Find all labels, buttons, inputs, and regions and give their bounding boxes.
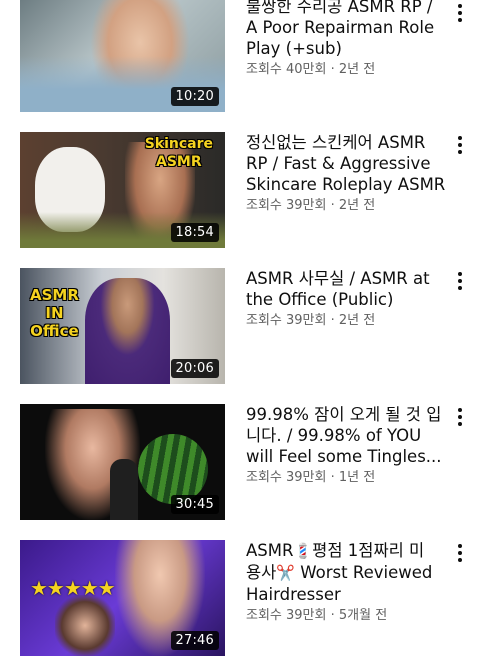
watermelon-figure xyxy=(138,434,208,504)
video-meta: 조회수 39만회 · 1년 전 xyxy=(246,469,446,487)
view-count: 조회수 39만회 xyxy=(246,608,327,623)
video-meta: 조회수 39만회 · 5개월 전 xyxy=(246,607,446,625)
video-item-3[interactable]: ASMR IN Office 20:06 ASMR 사무실 / ASMR at … xyxy=(0,268,480,384)
meta-separator: · xyxy=(326,198,339,213)
video-item-1[interactable]: 10:20 불쌍한 수리공 ASMR RP / A Poor Repairman… xyxy=(0,0,480,112)
meta-separator: · xyxy=(326,470,339,485)
video-info[interactable]: ASMR 사무실 / ASMR at the Office (Public) 조… xyxy=(246,268,446,330)
video-duration: 20:06 xyxy=(170,359,219,378)
view-count: 조회수 39만회 xyxy=(246,470,327,485)
video-duration: 27:46 xyxy=(170,631,219,650)
view-count: 조회수 40만회 xyxy=(246,62,327,77)
upload-age: 2년 전 xyxy=(338,313,376,328)
video-title[interactable]: 불쌍한 수리공 ASMR RP / A Poor Repairman Role … xyxy=(246,0,446,59)
video-info[interactable]: 정신없는 스킨케어 ASMR RP / Fast & Aggressive Sk… xyxy=(246,132,446,215)
video-meta: 조회수 39만회 · 2년 전 xyxy=(246,312,446,330)
video-title[interactable]: 정신없는 스킨케어 ASMR RP / Fast & Aggressive Sk… xyxy=(246,132,446,195)
barber-pole-icon: 💈 xyxy=(293,542,313,560)
video-thumbnail[interactable]: 30:45 xyxy=(20,404,225,520)
thumbnail-badge: Skincare ASMR xyxy=(144,136,213,170)
video-duration: 10:20 xyxy=(170,87,219,106)
mannequin-figure xyxy=(55,595,115,656)
meta-separator: · xyxy=(326,62,339,77)
view-count: 조회수 39만회 xyxy=(246,198,327,213)
video-thumbnail[interactable]: Skincare ASMR 18:54 xyxy=(20,132,225,248)
video-meta: 조회수 40만회 · 2년 전 xyxy=(246,61,446,79)
more-options-icon[interactable] xyxy=(452,406,468,428)
video-item-2[interactable]: Skincare ASMR 18:54 정신없는 스킨케어 ASMR RP / … xyxy=(0,132,480,248)
upload-age: 2년 전 xyxy=(338,62,376,77)
more-options-icon[interactable] xyxy=(452,2,468,24)
video-item-5[interactable]: ★★★★★ 27:46 ASMR💈평점 1점짜리 미 용사✂️ Worst Re… xyxy=(0,540,480,656)
video-title[interactable]: ASMR 사무실 / ASMR at the Office (Public) xyxy=(246,268,446,310)
thumbnail-badge: ASMR IN Office xyxy=(30,286,79,340)
video-thumbnail[interactable]: 10:20 xyxy=(20,0,225,112)
meta-separator: · xyxy=(326,313,339,328)
upload-age: 1년 전 xyxy=(338,470,376,485)
video-duration: 30:45 xyxy=(170,495,219,514)
video-thumbnail[interactable]: ★★★★★ 27:46 xyxy=(20,540,225,656)
microphone-figure xyxy=(110,459,138,520)
more-options-icon[interactable] xyxy=(452,134,468,156)
video-duration: 18:54 xyxy=(170,223,219,242)
video-item-4[interactable]: 30:45 99.98% 잠이 오게 될 것 입 니다. / 99.98% of… xyxy=(0,404,480,520)
video-title[interactable]: 99.98% 잠이 오게 될 것 입 니다. / 99.98% of YOU w… xyxy=(246,404,446,467)
view-count: 조회수 39만회 xyxy=(246,313,327,328)
video-meta: 조회수 39만회 · 2년 전 xyxy=(246,197,446,215)
video-info[interactable]: 불쌍한 수리공 ASMR RP / A Poor Repairman Role … xyxy=(246,0,446,79)
meta-separator: · xyxy=(326,608,339,623)
more-options-icon[interactable] xyxy=(452,270,468,292)
more-options-icon[interactable] xyxy=(452,542,468,564)
upload-age: 2년 전 xyxy=(338,198,376,213)
rating-stars: ★★★★★ xyxy=(30,576,116,600)
video-info[interactable]: 99.98% 잠이 오게 될 것 입 니다. / 99.98% of YOU w… xyxy=(246,404,446,487)
scissors-icon: ✂️ xyxy=(276,564,296,582)
video-thumbnail[interactable]: ASMR IN Office 20:06 xyxy=(20,268,225,384)
upload-age: 5개월 전 xyxy=(338,608,388,623)
video-title[interactable]: ASMR💈평점 1점짜리 미 용사✂️ Worst Reviewed Haird… xyxy=(246,540,446,605)
video-info[interactable]: ASMR💈평점 1점짜리 미 용사✂️ Worst Reviewed Haird… xyxy=(246,540,446,625)
person-figure xyxy=(85,278,170,384)
